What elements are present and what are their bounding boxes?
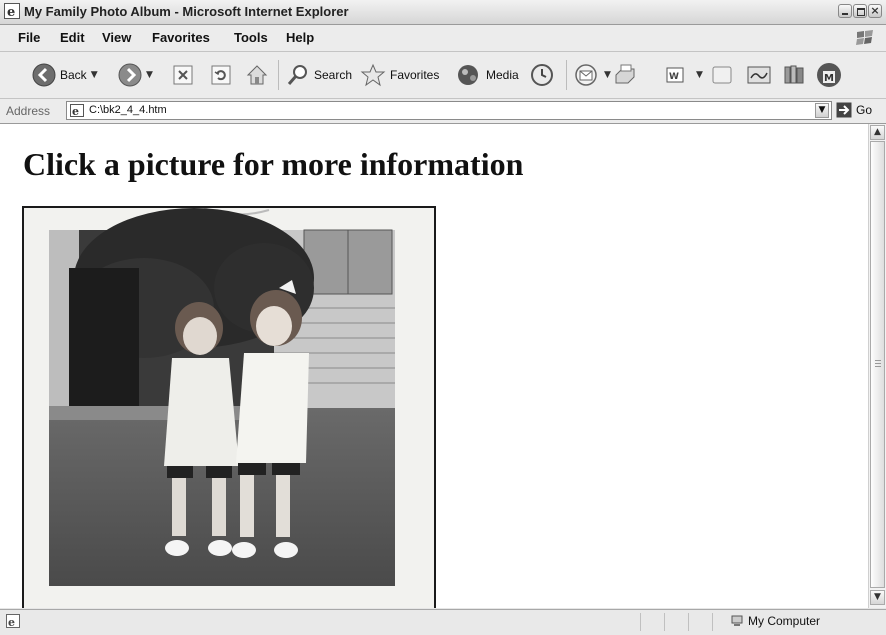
scroll-thumb[interactable]: [870, 141, 885, 588]
mail-dropdown-icon[interactable]: ▼: [604, 70, 611, 80]
print-button[interactable]: [612, 60, 638, 90]
history-icon: [531, 64, 553, 86]
back-button[interactable]: Back ▼: [32, 60, 98, 90]
page-icon: e: [70, 104, 84, 117]
favorites-star-icon: [360, 63, 386, 87]
messenger-button[interactable]: [746, 60, 772, 90]
vertical-scrollbar[interactable]: ▲ ▼: [868, 124, 886, 608]
back-icon: [32, 63, 56, 87]
menu-help[interactable]: Help: [286, 30, 314, 45]
search-button[interactable]: Search: [286, 60, 352, 90]
favorites-button[interactable]: Favorites: [360, 60, 439, 90]
minimize-icon[interactable]: [838, 4, 852, 18]
stop-icon: [173, 65, 193, 85]
research-button[interactable]: [782, 60, 806, 90]
media-button[interactable]: Media: [456, 60, 519, 90]
address-url[interactable]: C:\bk2_4_4.htm: [89, 104, 167, 116]
security-zone: My Computer: [730, 614, 820, 628]
edit-button[interactable]: W ▼: [664, 60, 703, 90]
zone-label: My Computer: [748, 614, 821, 628]
status-bar: e My Computer: [0, 609, 886, 635]
address-field[interactable]: e C:\bk2_4_4.htm ▼: [66, 101, 832, 120]
ie-icon: e: [4, 3, 20, 19]
go-label: Go: [856, 103, 873, 117]
address-label: Address: [6, 104, 51, 118]
discuss-icon: [712, 66, 732, 84]
family-photo-link[interactable]: [22, 206, 436, 608]
forward-dropdown-icon[interactable]: ▼: [146, 70, 153, 80]
back-label: Back: [60, 68, 87, 82]
print-icon: [615, 64, 635, 84]
svg-text:M: M: [824, 73, 834, 84]
status-page-icon: e: [6, 614, 20, 628]
close-icon[interactable]: ×: [868, 4, 882, 18]
refresh-icon: [211, 65, 231, 85]
home-button[interactable]: [245, 60, 269, 90]
svg-text:e: e: [8, 616, 15, 628]
mail-icon: [575, 64, 597, 86]
research-icon: [784, 65, 804, 84]
my-computer-icon: [731, 615, 743, 626]
page-content: Click a picture for more information: [0, 124, 868, 608]
restore-icon[interactable]: [853, 4, 867, 18]
forward-icon: [118, 63, 142, 87]
favorites-label: Favorites: [390, 68, 440, 82]
search-icon: [287, 65, 307, 85]
toolbar: Back ▼ ▼ Search Favorites Media ▼ W ▼ M: [0, 52, 886, 99]
svg-text:W: W: [669, 72, 679, 82]
menu-edit[interactable]: Edit: [60, 30, 85, 45]
msn-button[interactable]: M: [816, 60, 842, 90]
scroll-up-icon[interactable]: ▲: [870, 125, 885, 140]
stop-button[interactable]: [172, 60, 194, 90]
edit-icon: W: [666, 67, 684, 83]
mail-button[interactable]: ▼: [574, 60, 611, 90]
svg-text:e: e: [7, 5, 15, 19]
go-button[interactable]: Go: [836, 102, 872, 118]
home-icon: [246, 65, 268, 85]
scroll-down-icon[interactable]: ▼: [870, 590, 885, 605]
search-label: Search: [314, 68, 353, 82]
messenger-icon: [747, 66, 771, 84]
msn-icon: M: [817, 63, 841, 87]
discuss-button[interactable]: [710, 60, 734, 90]
page-heading: Click a picture for more information: [23, 146, 524, 182]
history-button[interactable]: [530, 60, 554, 90]
forward-button[interactable]: ▼: [118, 60, 153, 90]
go-arrow-icon: [836, 102, 852, 118]
menu-favorites[interactable]: Favorites: [152, 30, 210, 45]
menu-tools[interactable]: Tools: [234, 30, 268, 45]
edit-dropdown-icon[interactable]: ▼: [696, 70, 703, 80]
menu-file[interactable]: File: [18, 30, 40, 45]
family-photo: [24, 208, 434, 608]
address-dropdown-icon[interactable]: ▼: [815, 103, 829, 118]
window-title: My Family Photo Album - Microsoft Intern…: [24, 4, 349, 19]
back-dropdown-icon[interactable]: ▼: [91, 70, 98, 80]
title-bar: e My Family Photo Album - Microsoft Inte…: [0, 0, 886, 25]
media-icon: [458, 65, 478, 85]
refresh-button[interactable]: [210, 60, 232, 90]
svg-text:e: e: [72, 105, 79, 117]
menu-bar: File Edit View Favorites Tools Help: [0, 25, 886, 52]
windows-flag-icon: [856, 30, 873, 45]
media-label: Media: [486, 68, 519, 82]
menu-view[interactable]: View: [102, 30, 131, 45]
address-bar: Address e C:\bk2_4_4.htm ▼ Go: [0, 99, 886, 124]
